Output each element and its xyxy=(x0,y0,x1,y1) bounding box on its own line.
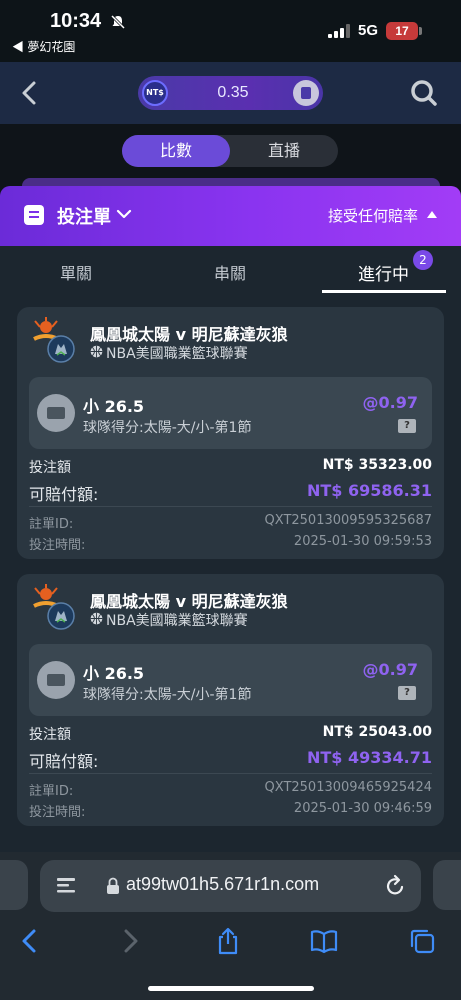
browser-toolbar: at99tw01h5.671r1n.com xyxy=(0,852,461,1000)
battery-indicator: 17 xyxy=(386,22,418,40)
divider xyxy=(29,773,432,774)
timberwolves-logo-icon xyxy=(47,335,75,363)
score-live-toggle: 比數 直播 xyxy=(122,135,338,167)
selection-pick: 小 26.5 xyxy=(83,664,145,683)
tab-single[interactable]: 單關 xyxy=(60,260,92,284)
status-bar: 10:34 ◀ 夢幻花園 5G 17 xyxy=(0,0,461,62)
url-text: at99tw01h5.671r1n.com xyxy=(126,874,320,894)
match-title: 鳳凰城太陽 v 明尼蘇達灰狼 xyxy=(90,325,288,344)
back-to-app-link[interactable]: ◀ 夢幻花園 xyxy=(12,38,75,55)
market-name: 球隊得分:太陽-大/小-第1節 xyxy=(83,420,252,436)
previous-tab-peek[interactable] xyxy=(0,860,28,910)
help-icon[interactable]: ? xyxy=(398,419,416,433)
selection-odds: @0.97 xyxy=(362,393,418,412)
share-icon[interactable] xyxy=(214,927,242,955)
bet-time-label: 投注時間: xyxy=(29,538,86,553)
market-name: 球隊得分:太陽-大/小-第1節 xyxy=(83,687,252,703)
payout-value: NT$ 49334.71 xyxy=(306,748,432,767)
signal-icon xyxy=(328,24,350,38)
book-icon[interactable] xyxy=(310,927,338,955)
status-time: 10:34 xyxy=(50,10,102,32)
screen: 10:34 ◀ 夢幻花園 5G 17 NT$ 0.35 比數 直播 投注單 接受… xyxy=(0,0,461,1000)
basketball-icon xyxy=(90,345,103,358)
tab-in-progress[interactable]: 進行中 xyxy=(358,260,409,285)
balance-value: 0.35 xyxy=(217,84,249,101)
stake-label: 投注額 xyxy=(29,727,71,743)
league-name: NBA美國職業籃球聯賽 xyxy=(106,613,248,629)
bet-time-label: 投注時間: xyxy=(29,805,86,820)
bet-id-label: 註單ID: xyxy=(29,784,74,799)
balance-pill[interactable]: NT$ 0.35 xyxy=(138,76,323,110)
wallet-button[interactable] xyxy=(293,80,319,106)
basketball-icon xyxy=(90,612,103,625)
search-icon[interactable] xyxy=(410,79,438,107)
payout-value: NT$ 69586.31 xyxy=(306,481,432,500)
selection-box: 小 26.5 球隊得分:太陽-大/小-第1節 @0.97 ? xyxy=(29,377,432,449)
top-nav: NT$ 0.35 xyxy=(0,62,461,124)
help-icon[interactable]: ? xyxy=(398,686,416,700)
bet-card: 鳳凰城太陽 v 明尼蘇達灰狼 NBA美國職業籃球聯賽 小 26.5 球隊得分:太… xyxy=(17,307,444,559)
stake-label: 投注額 xyxy=(29,460,71,476)
chevron-down-icon[interactable] xyxy=(116,208,132,220)
payout-label: 可賠付額: xyxy=(29,485,99,504)
timberwolves-logo-icon xyxy=(47,602,75,630)
betslip-header[interactable]: 投注單 接受任何賠率 xyxy=(0,186,461,246)
page-menu-icon[interactable] xyxy=(56,876,76,896)
next-tab-peek[interactable] xyxy=(433,860,461,910)
stake-value: NT$ 25043.00 xyxy=(322,724,432,740)
divider xyxy=(29,506,432,507)
active-tab-underline xyxy=(322,290,446,293)
betslip-title: 投注單 xyxy=(57,207,111,228)
selection-odds: @0.97 xyxy=(362,660,418,679)
tab-parlay[interactable]: 串關 xyxy=(214,260,246,284)
odds-acceptance-option[interactable]: 接受任何賠率 xyxy=(328,205,418,226)
lock-icon xyxy=(107,877,119,894)
selection-box: 小 26.5 球隊得分:太陽-大/小-第1節 @0.97 ? xyxy=(29,644,432,716)
collapse-triangle-icon[interactable] xyxy=(427,211,437,218)
bell-slash-icon xyxy=(110,14,126,30)
bet-id-value: QXT25013009465925424 xyxy=(264,780,432,795)
bet-time-value: 2025-01-30 09:59:53 xyxy=(293,534,432,549)
reload-icon[interactable] xyxy=(385,874,407,898)
selection-pick: 小 26.5 xyxy=(83,397,145,416)
browser-forward-icon[interactable] xyxy=(116,927,144,955)
ticket-icon xyxy=(37,394,75,432)
bet-id-value: QXT25013009595325687 xyxy=(264,513,432,528)
match-title: 鳳凰城太陽 v 明尼蘇達灰狼 xyxy=(90,592,288,611)
tab-score[interactable]: 比數 xyxy=(122,135,230,167)
league-name: NBA美國職業籃球聯賽 xyxy=(106,346,248,362)
ticket-icon xyxy=(37,661,75,699)
bet-id-label: 註單ID: xyxy=(29,517,74,532)
tab-live[interactable]: 直播 xyxy=(230,135,338,167)
battery-tip xyxy=(419,27,422,35)
address-bar[interactable]: at99tw01h5.671r1n.com xyxy=(40,860,421,912)
browser-back-icon[interactable] xyxy=(16,927,44,955)
back-chevron-icon[interactable] xyxy=(18,79,42,107)
in-progress-count-badge: 2 xyxy=(413,250,433,270)
tabs-icon[interactable] xyxy=(408,927,436,955)
bet-card: 鳳凰城太陽 v 明尼蘇達灰狼 NBA美國職業籃球聯賽 小 26.5 球隊得分:太… xyxy=(17,574,444,826)
stake-value: NT$ 35323.00 xyxy=(322,457,432,473)
payout-label: 可賠付額: xyxy=(29,752,99,771)
bet-time-value: 2025-01-30 09:46:59 xyxy=(293,801,432,816)
home-indicator xyxy=(148,986,314,991)
currency-badge: NT$ xyxy=(142,80,168,106)
betslip-tabs: 單關 串關 進行中 xyxy=(0,246,461,296)
network-type: 5G xyxy=(358,22,379,39)
receipt-icon xyxy=(24,205,44,225)
